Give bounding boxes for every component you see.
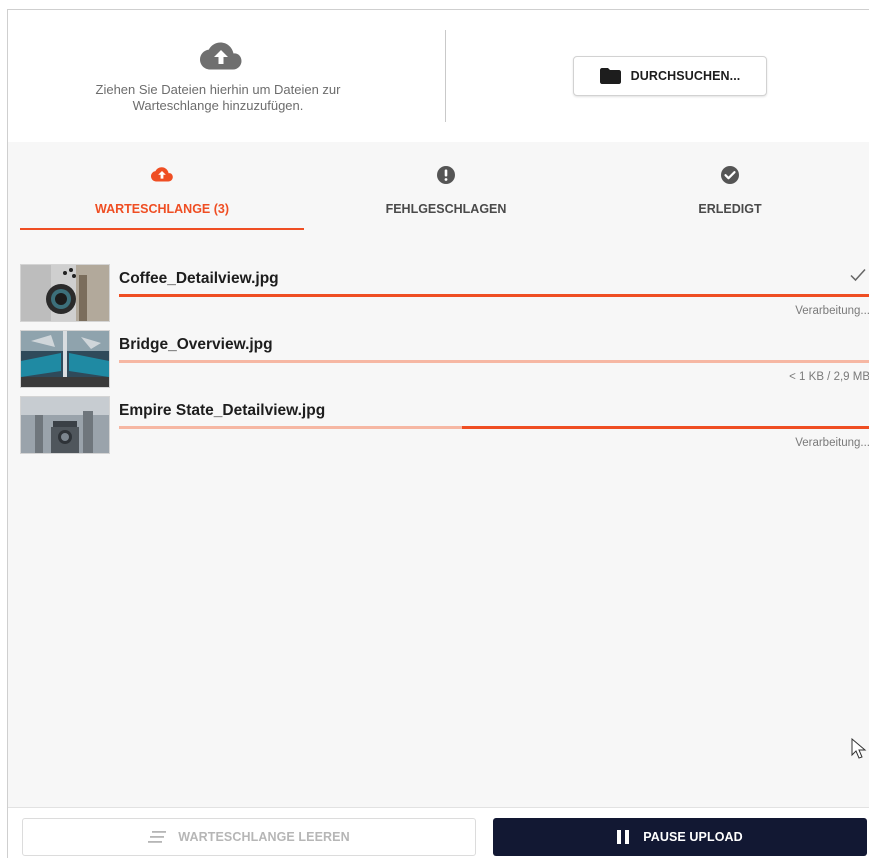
browse-button[interactable]: DURCHSUCHEN...: [573, 56, 767, 96]
tab-active-indicator: [20, 228, 304, 230]
mouse-cursor-icon: [851, 738, 867, 759]
tab-failed[interactable]: FEHLGESCHLAGEN: [304, 142, 588, 232]
file-status: Verarbeitung...: [795, 305, 869, 317]
tab-done[interactable]: ERLEDIGT: [588, 142, 869, 232]
checkmark-icon: [850, 268, 866, 282]
tab-done-label: ERLEDIGT: [698, 202, 762, 216]
file-list: Coffee_Detailview.jpg Verarbeitung... Br…: [20, 264, 869, 462]
file-name: Coffee_Detailview.jpg: [119, 270, 279, 287]
tab-queue[interactable]: WARTESCHLANGE (3): [20, 142, 304, 232]
clear-queue-icon: [148, 831, 167, 843]
file-status: < 1 KB / 2,9 MB: [789, 371, 869, 383]
file-row[interactable]: Bridge_Overview.jpg < 1 KB / 2,9 MB: [20, 330, 869, 396]
drop-hint: Ziehen Sie Dateien hierhin um Dateien zu…: [48, 82, 388, 114]
pause-upload-button[interactable]: PAUSE UPLOAD: [493, 818, 867, 856]
divider: [445, 30, 446, 122]
upload-widget: Ziehen Sie Dateien hierhin um Dateien zu…: [7, 9, 869, 858]
coffee-thumbnail-image: [21, 265, 109, 321]
file-thumbnail: [20, 396, 110, 454]
tab-bar: WARTESCHLANGE (3) FEHLGESCHLAGEN ERLEDIG…: [20, 142, 869, 232]
tab-queue-label: WARTESCHLANGE (3): [94, 202, 230, 216]
browse-button-label: DURCHSUCHEN...: [630, 69, 741, 83]
progress-bar: [119, 294, 869, 297]
pause-icon: [617, 830, 630, 844]
cloud-upload-icon: [151, 167, 173, 182]
exclamation-circle-icon: [437, 166, 455, 184]
drop-hint-line-2: Warteschlange hinzuzufügen.: [132, 98, 304, 113]
bridge-thumbnail-image: [21, 331, 109, 387]
file-name: Empire State_Detailview.jpg: [119, 402, 326, 419]
clear-queue-label: WARTESCHLANGE LEEREN: [178, 830, 350, 844]
drop-zone[interactable]: Ziehen Sie Dateien hierhin um Dateien zu…: [8, 10, 869, 142]
file-thumbnail: [20, 264, 110, 322]
file-name: Bridge_Overview.jpg: [119, 336, 273, 353]
drop-hint-line-1: Ziehen Sie Dateien hierhin um Dateien zu…: [95, 82, 341, 97]
tab-failed-label: FEHLGESCHLAGEN: [385, 202, 507, 216]
progress-bar: [119, 360, 869, 363]
folder-icon: [599, 68, 621, 84]
progress-bar-fill: [119, 294, 869, 297]
file-row[interactable]: Coffee_Detailview.jpg Verarbeitung...: [20, 264, 869, 330]
pause-upload-label: PAUSE UPLOAD: [643, 830, 743, 844]
file-status: Verarbeitung...: [795, 437, 869, 449]
empire-thumbnail-image: [21, 397, 109, 453]
drop-area[interactable]: Ziehen Sie Dateien hierhin um Dateien zu…: [8, 10, 438, 142]
file-row[interactable]: Empire State_Detailview.jpg Verarbeitung…: [20, 396, 869, 462]
progress-bar: [119, 426, 869, 429]
queue-panel: WARTESCHLANGE (3) FEHLGESCHLAGEN ERLEDIG…: [8, 142, 869, 807]
file-thumbnail: [20, 330, 110, 388]
cloud-upload-icon: [200, 42, 242, 70]
clear-queue-button[interactable]: WARTESCHLANGE LEEREN: [22, 818, 476, 856]
progress-bar-segment: [462, 426, 869, 429]
footer-toolbar: WARTESCHLANGE LEEREN PAUSE UPLOAD: [8, 807, 869, 858]
check-circle-icon: [721, 166, 739, 184]
